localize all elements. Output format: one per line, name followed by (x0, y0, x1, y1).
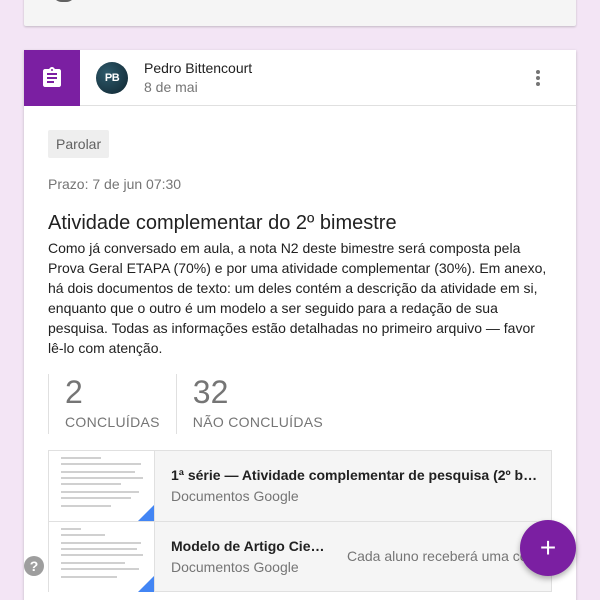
not-done-label: NÃO CONCLUÍDAS (192, 414, 324, 430)
assignment-title[interactable]: Atividade complementar do 2º bimestre (48, 210, 552, 236)
attachments-list: 1ª série — Atividade complementar de pes… (48, 450, 552, 592)
attachment-item[interactable]: 1ª série — Atividade complementar de pes… (49, 451, 551, 521)
not-done-count: 32 (192, 374, 229, 410)
help-icon[interactable]: ? (24, 556, 44, 576)
document-thumbnail (49, 521, 155, 592)
done-count: 2 (65, 374, 83, 410)
submission-stats: 2 CONCLUÍDAS 32 NÃO CONCLUÍDAS (48, 374, 552, 434)
author-avatar[interactable]: PB (96, 61, 128, 94)
attachment-title: Modelo de Artigo Científico (171, 537, 333, 554)
attachment-item[interactable]: Modelo de Artigo Científico Documentos G… (49, 521, 551, 592)
post-date: 8 de mai (144, 78, 198, 95)
attachment-type: Documentos Google (171, 488, 299, 504)
add-icon[interactable]: + (520, 520, 576, 576)
author-info: Pedro Bittencourt 8 de mai (144, 59, 252, 97)
due-date: Prazo: 7 de jun 07:30 (48, 176, 182, 192)
topic-chip[interactable]: Parolar (48, 130, 110, 158)
document-thumbnail (49, 451, 155, 521)
more-vert-icon[interactable] (528, 68, 548, 88)
author-name[interactable]: Pedro Bittencourt (144, 59, 252, 77)
assignment-icon (24, 49, 80, 106)
card-body: Parolar Prazo: 7 de jun 07:30 Atividade … (24, 106, 576, 592)
stat-done[interactable]: 2 CONCLUÍDAS (48, 374, 176, 434)
previous-post-card (24, 0, 576, 26)
attachment-type: Documentos Google (171, 558, 299, 575)
assignment-card[interactable]: PB Pedro Bittencourt 8 de mai Parolar Pr… (24, 49, 576, 600)
done-label: CONCLUÍDAS (65, 414, 160, 430)
attachment-title: 1ª série — Atividade complementar de pes… (171, 467, 541, 483)
google-docs-corner-icon (138, 505, 154, 521)
google-docs-corner-icon (138, 575, 154, 592)
stat-not-done[interactable]: 32 NÃO CONCLUÍDAS (175, 374, 339, 434)
assignment-description: Como já conversado em aula, a nota N2 de… (48, 240, 547, 356)
card-header: PB Pedro Bittencourt 8 de mai (24, 49, 576, 106)
